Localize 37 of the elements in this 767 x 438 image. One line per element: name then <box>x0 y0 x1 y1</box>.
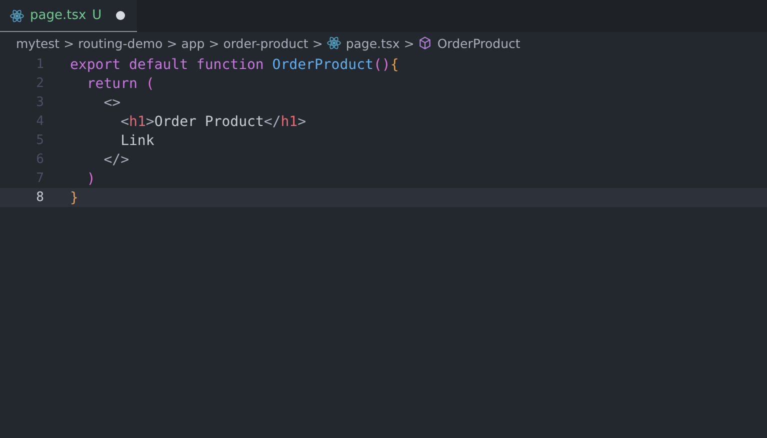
code-token: export default function <box>70 56 265 72</box>
code-token: > <box>298 114 306 130</box>
cube-icon <box>418 36 432 50</box>
tab-label: page.tsx <box>30 8 86 23</box>
breadcrumb-separator: > <box>166 36 178 50</box>
editor-tab[interactable]: page.tsx U <box>0 0 137 32</box>
breadcrumb-item[interactable]: order-product <box>223 36 308 50</box>
breadcrumb-item[interactable]: app <box>181 36 205 50</box>
code-token: </> <box>102 152 130 168</box>
code-token: { <box>390 56 399 72</box>
code-token: ) <box>86 170 96 186</box>
code-token: h1 <box>280 114 298 130</box>
code-token: OrderProduct <box>272 56 374 72</box>
code-token: < <box>120 114 130 130</box>
unsaved-dot-icon <box>116 11 125 20</box>
code-token: > <box>146 114 154 130</box>
git-status: U <box>92 8 102 23</box>
code-token: Order Product <box>154 114 264 130</box>
code-token: </ <box>264 114 281 130</box>
breadcrumb-item[interactable]: page.tsx <box>346 36 400 50</box>
line-number: 8 <box>35 190 45 205</box>
react-icon <box>10 8 24 22</box>
breadcrumb-item[interactable]: OrderProduct <box>437 36 520 50</box>
code-token: return <box>86 76 138 92</box>
breadcrumb-item[interactable]: routing-demo <box>78 36 163 50</box>
breadcrumb-separator: > <box>208 36 220 50</box>
breadcrumb-separator: > <box>312 36 323 50</box>
code-token: h1 <box>129 114 146 130</box>
breadcrumb-item[interactable]: mytest <box>16 36 60 50</box>
react-icon <box>326 36 341 50</box>
breadcrumb-separator: > <box>64 36 74 50</box>
code-token: <> <box>102 94 121 110</box>
code-token: ( <box>146 76 154 92</box>
breadcrumb-separator: > <box>404 36 414 50</box>
code-token: Link <box>120 132 154 148</box>
code-token: } <box>70 190 78 206</box>
code-token: () <box>373 56 390 72</box>
